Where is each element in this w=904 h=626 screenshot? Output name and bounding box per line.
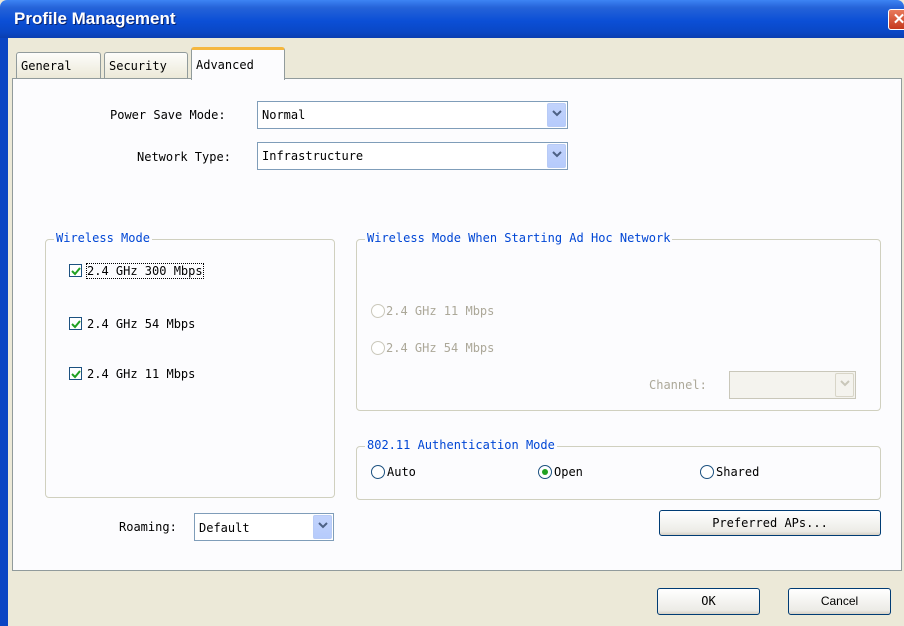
- radio-auth-open-label[interactable]: Open: [554, 465, 583, 479]
- network-type-label: Network Type:: [137, 150, 231, 164]
- checkbox-300mbps-label[interactable]: 2.4 GHz 300 Mbps: [86, 263, 204, 279]
- checkbox-11mbps-label[interactable]: 2.4 GHz 11 Mbps: [87, 367, 195, 381]
- radio-auth-open[interactable]: [538, 465, 552, 479]
- roaming-select[interactable]: Default: [194, 513, 334, 541]
- power-save-label: Power Save Mode:: [110, 108, 226, 122]
- close-button[interactable]: ✕: [888, 9, 904, 30]
- checkbox-54mbps[interactable]: [69, 317, 82, 330]
- radio-adhoc-11mbps[interactable]: [371, 304, 385, 318]
- preferred-aps-button[interactable]: Preferred APs...: [659, 510, 881, 536]
- power-save-select[interactable]: Normal: [257, 101, 568, 129]
- radio-adhoc-54mbps-label: 2.4 GHz 54 Mbps: [386, 341, 495, 355]
- checkbox-300mbps[interactable]: [69, 264, 82, 277]
- close-icon: ✕: [892, 11, 904, 28]
- auth-mode-legend: 802.11 Authentication Mode: [365, 438, 557, 452]
- window-title: Profile Management: [14, 9, 176, 28]
- tab-label: Security: [109, 59, 167, 73]
- tab-security[interactable]: Security: [104, 52, 188, 78]
- radio-adhoc-54mbps[interactable]: [371, 341, 385, 355]
- roaming-value: Default: [199, 521, 250, 535]
- tab-label: General: [21, 59, 72, 73]
- channel-select[interactable]: [729, 371, 856, 399]
- radio-auth-shared[interactable]: [700, 465, 714, 479]
- radio-auth-auto[interactable]: [371, 465, 385, 479]
- window-frame: [0, 38, 8, 626]
- chevron-down-icon[interactable]: [313, 515, 332, 539]
- channel-label: Channel:: [649, 378, 707, 392]
- wireless-mode-legend: Wireless Mode: [54, 231, 152, 245]
- power-save-value: Normal: [262, 108, 306, 122]
- auth-mode-group: [356, 446, 881, 500]
- tab-label: Advanced: [196, 58, 254, 72]
- checkbox-54mbps-label[interactable]: 2.4 GHz 54 Mbps: [87, 317, 195, 331]
- chevron-down-icon[interactable]: [547, 103, 566, 127]
- chevron-down-icon: [835, 373, 854, 397]
- radio-adhoc-11mbps-label: 2.4 GHz 11 Mbps: [386, 304, 495, 318]
- checkbox-11mbps[interactable]: [69, 367, 82, 380]
- tab-general[interactable]: General: [16, 52, 101, 78]
- chevron-down-icon[interactable]: [547, 144, 566, 168]
- network-type-value: Infrastructure: [262, 149, 364, 163]
- radio-auth-auto-label[interactable]: Auto: [387, 465, 416, 479]
- adhoc-mode-legend: Wireless Mode When Starting Ad Hoc Netwo…: [365, 231, 673, 245]
- roaming-label: Roaming:: [119, 520, 177, 534]
- ok-button[interactable]: OK: [657, 588, 760, 615]
- tab-advanced[interactable]: Advanced: [191, 47, 285, 80]
- radio-selected-dot: [542, 469, 548, 475]
- cancel-button[interactable]: Cancel: [788, 588, 891, 615]
- radio-auth-shared-label[interactable]: Shared: [716, 465, 759, 479]
- network-type-select[interactable]: Infrastructure: [257, 142, 568, 170]
